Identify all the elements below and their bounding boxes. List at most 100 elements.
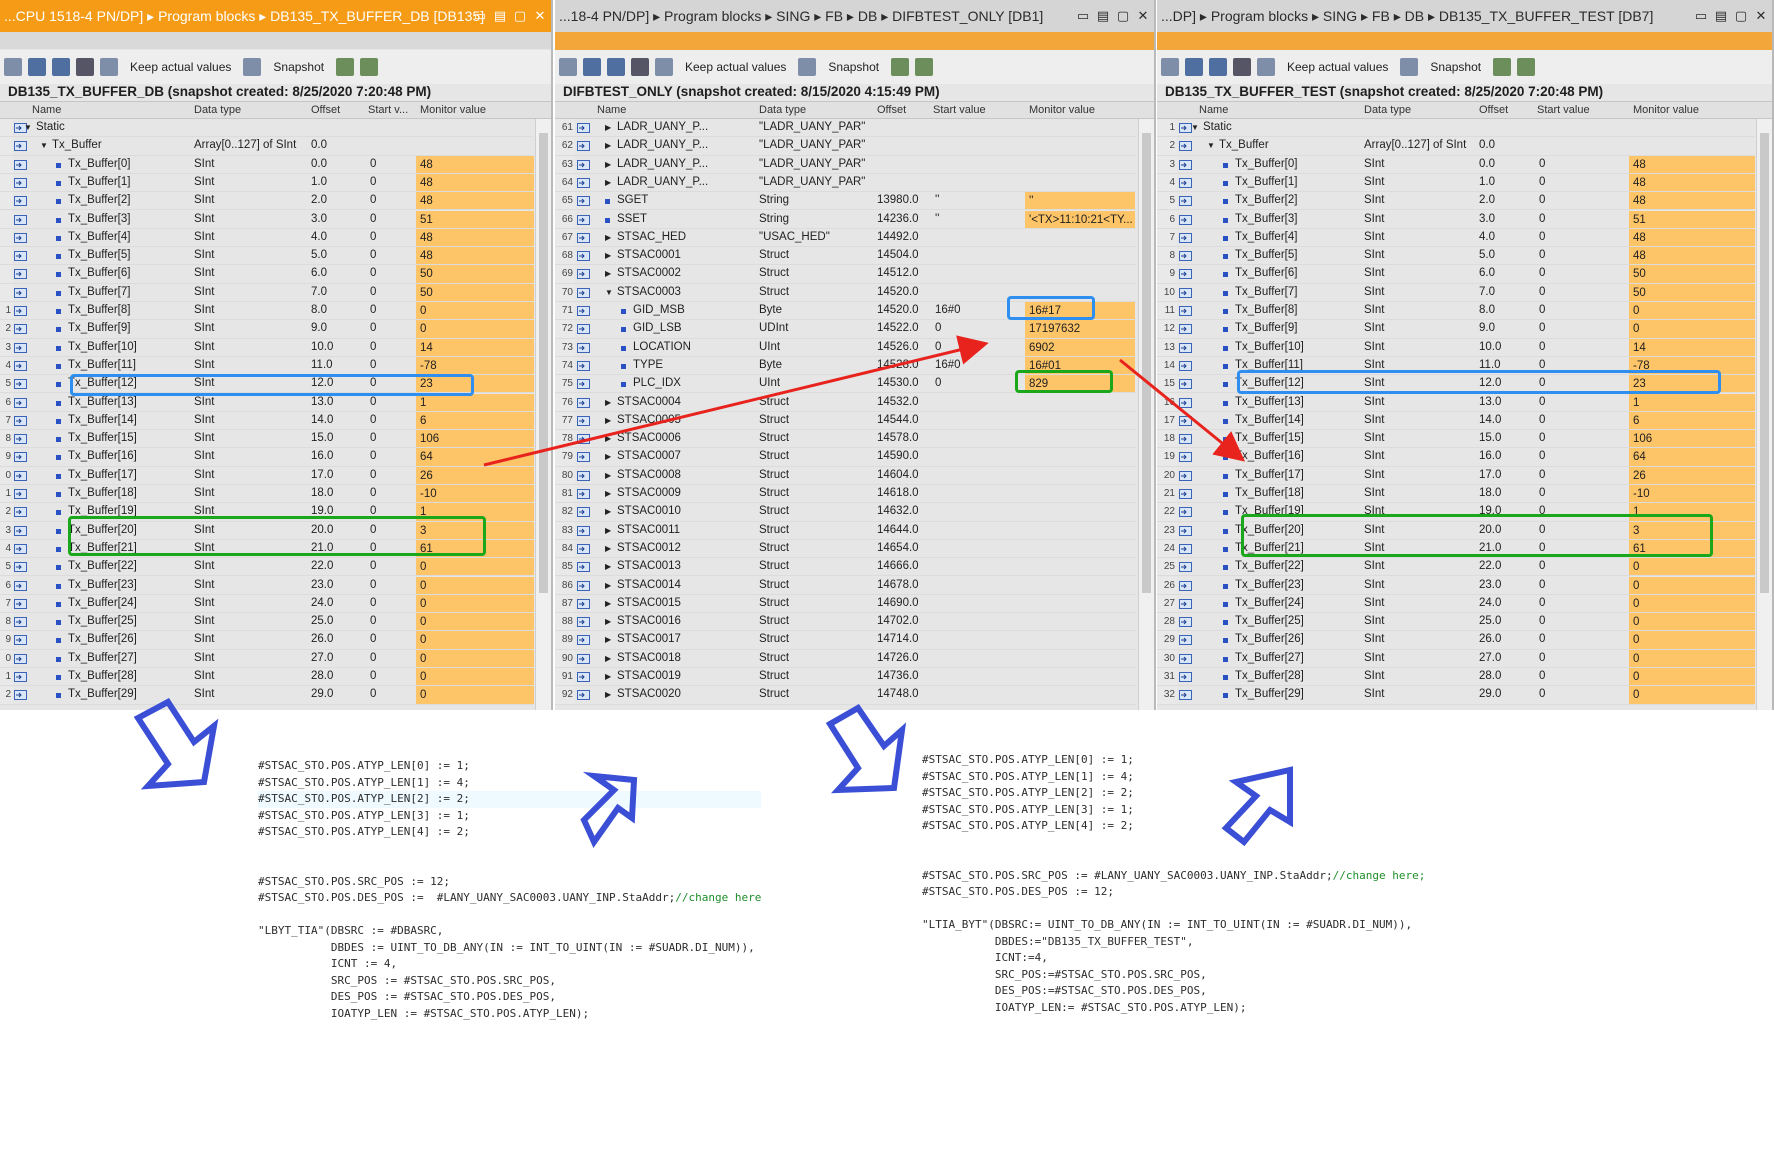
cell-name[interactable]: Tx_Buffer[17] xyxy=(68,469,190,481)
cell-name[interactable]: STSAC0002 xyxy=(617,267,755,279)
cell-name[interactable]: Tx_Buffer[21] xyxy=(68,542,190,554)
cell-offset[interactable]: 14504.0 xyxy=(877,249,929,261)
cell-name[interactable]: LADR_UANY_P... xyxy=(617,158,755,170)
cell-offset[interactable]: 0.0 xyxy=(1479,139,1533,151)
cell-name[interactable]: STSAC0017 xyxy=(617,633,755,645)
expand-triangle-icon[interactable]: ▶ xyxy=(605,123,611,132)
cell-start-value[interactable]: 0 xyxy=(1539,670,1625,682)
cell-name[interactable]: Tx_Buffer[21] xyxy=(1235,542,1360,554)
cell-start-value[interactable]: 0 xyxy=(1539,341,1625,353)
row-number[interactable]: 6 xyxy=(0,576,13,594)
float-icon[interactable]: ▭ xyxy=(1694,0,1708,32)
row-number[interactable]: 87 xyxy=(555,594,575,613)
col-monitor-value[interactable]: Monitor value xyxy=(1029,104,1095,116)
cell-offset[interactable]: 14532.0 xyxy=(877,396,929,408)
cell-name[interactable]: SGET xyxy=(617,194,755,206)
cell-start-value[interactable]: 0 xyxy=(370,267,412,279)
cell-name[interactable]: Tx_Buffer[24] xyxy=(1235,597,1360,609)
row-number[interactable]: 9 xyxy=(0,631,13,649)
col-start-value[interactable]: Start v... xyxy=(368,104,408,116)
cell-name[interactable]: STSAC0019 xyxy=(617,670,755,682)
table-row[interactable]: 86 ▶ STSAC0014 Struct 14678.0 xyxy=(555,576,1136,595)
row-number[interactable]: 83 xyxy=(555,521,575,539)
table-row[interactable]: 21 Tx_Buffer[18] SInt 18.0 0 -10 xyxy=(1157,485,1755,504)
cell-offset[interactable]: 18.0 xyxy=(1479,487,1533,499)
row-number[interactable] xyxy=(0,228,13,247)
cell-data-type[interactable]: SInt xyxy=(194,615,307,627)
collapse-triangle-icon[interactable]: ▼ xyxy=(1191,123,1199,132)
row-number[interactable] xyxy=(0,119,13,137)
table-row[interactable]: 3 Tx_Buffer[10] SInt 10.0 0 14 xyxy=(0,338,534,357)
table-row[interactable]: 1 Tx_Buffer[28] SInt 28.0 0 0 xyxy=(0,668,534,687)
cell-monitor-value[interactable] xyxy=(1025,430,1135,447)
table-row[interactable]: 14 Tx_Buffer[11] SInt 11.0 0 -78 xyxy=(1157,356,1755,376)
add-row-icon[interactable] xyxy=(52,58,70,76)
cell-data-type[interactable]: SInt xyxy=(1364,633,1475,645)
cell-name[interactable]: Tx_Buffer[19] xyxy=(1235,505,1360,517)
cell-monitor-value[interactable]: 48 xyxy=(416,228,534,247)
cell-monitor-value[interactable]: 48 xyxy=(416,247,534,265)
cell-data-type[interactable]: UDInt xyxy=(759,322,873,334)
cell-name[interactable]: Tx_Buffer[12] xyxy=(68,377,190,389)
table-row[interactable]: 31 Tx_Buffer[28] SInt 28.0 0 0 xyxy=(1157,668,1755,687)
cell-monitor-value[interactable]: 0 xyxy=(1629,320,1755,338)
table-row[interactable]: 77 ▶ STSAC0005 Struct 14544.0 xyxy=(555,411,1136,431)
row-number[interactable]: 82 xyxy=(555,503,575,521)
vertical-scrollbar[interactable] xyxy=(1138,119,1154,710)
cell-name[interactable]: Tx_Buffer[7] xyxy=(1235,286,1360,298)
cell-monitor-value[interactable]: 23 xyxy=(416,375,534,393)
row-number[interactable]: 2 xyxy=(1157,137,1177,155)
row-number[interactable]: 16 xyxy=(1157,393,1177,411)
cell-start-value[interactable]: 0 xyxy=(370,231,412,243)
expand-triangle-icon[interactable]: ▶ xyxy=(605,416,611,425)
cell-start-value[interactable]: 0 xyxy=(370,341,412,353)
cell-name[interactable]: Tx_Buffer[10] xyxy=(68,341,190,353)
cell-name[interactable]: Tx_Buffer[0] xyxy=(1235,158,1360,170)
col-start-value[interactable]: Start value xyxy=(933,104,986,116)
cell-start-value[interactable]: 16#0 xyxy=(935,304,1021,316)
table-row[interactable]: 75 PLC_IDX UInt 14530.0 0 829 xyxy=(555,375,1136,394)
cell-data-type[interactable]: Struct xyxy=(759,432,873,444)
row-number[interactable]: 11 xyxy=(1157,302,1177,320)
table-row[interactable]: 8 Tx_Buffer[5] SInt 5.0 0 48 xyxy=(1157,247,1755,266)
cell-name[interactable]: Tx_Buffer[22] xyxy=(1235,560,1360,572)
row-number[interactable]: 81 xyxy=(555,485,575,503)
table-row[interactable]: 89 ▶ STSAC0017 Struct 14714.0 xyxy=(555,631,1136,650)
cell-monitor-value[interactable]: 6902 xyxy=(1025,338,1135,356)
cell-name[interactable]: Tx_Buffer[1] xyxy=(1235,176,1360,188)
cell-monitor-value[interactable]: 48 xyxy=(1629,155,1755,173)
row-number[interactable]: 8 xyxy=(0,613,13,631)
row-number[interactable]: 5 xyxy=(0,558,13,576)
cell-name[interactable]: Tx_Buffer[0] xyxy=(68,158,190,170)
cell-offset[interactable]: 17.0 xyxy=(311,469,364,481)
cell-data-type[interactable]: SInt xyxy=(194,414,307,426)
cell-name[interactable]: Tx_Buffer[2] xyxy=(68,194,190,206)
table-row[interactable]: Tx_Buffer[5] SInt 5.0 0 48 xyxy=(0,247,534,266)
cell-name[interactable]: Tx_Buffer[9] xyxy=(68,322,190,334)
cell-data-type[interactable]: SInt xyxy=(194,322,307,334)
snapshot-camera-icon[interactable] xyxy=(1400,58,1419,76)
cell-start-value[interactable]: 0 xyxy=(1539,432,1625,444)
cell-start-value[interactable]: 0 xyxy=(370,560,412,572)
cell-offset[interactable]: 12.0 xyxy=(311,377,364,389)
table-row[interactable]: 2 ▼ Tx_Buffer Array[0..127] of SInt 0.0 xyxy=(1157,137,1754,156)
cell-offset[interactable]: 26.0 xyxy=(311,633,364,645)
cell-data-type[interactable]: SInt xyxy=(1364,158,1475,170)
cell-name[interactable]: Tx_Buffer[29] xyxy=(1235,688,1360,700)
monitor-glasses-icon[interactable] xyxy=(1257,58,1275,76)
cell-name[interactable]: Tx_Buffer[25] xyxy=(1235,615,1360,627)
row-number[interactable]: 92 xyxy=(555,686,575,704)
table-row[interactable]: 64 ▶ LADR_UANY_P... "LADR_UANY_PAR" xyxy=(555,173,1136,193)
cell-data-type[interactable]: Struct xyxy=(759,414,873,426)
cell-name[interactable]: Tx_Buffer[19] xyxy=(68,505,190,517)
cell-monitor-value[interactable] xyxy=(1025,613,1135,630)
cell-name[interactable]: STSAC0013 xyxy=(617,560,755,572)
col-data-type[interactable]: Data type xyxy=(194,104,241,116)
row-number[interactable]: 22 xyxy=(1157,503,1177,521)
cell-monitor-value[interactable]: 0 xyxy=(1629,686,1755,704)
expand-all-icon[interactable] xyxy=(4,58,22,76)
cell-start-value[interactable]: 0 xyxy=(370,322,412,334)
cell-offset[interactable]: 14702.0 xyxy=(877,615,929,627)
cell-offset[interactable]: 21.0 xyxy=(1479,542,1533,554)
expand-triangle-icon[interactable]: ▶ xyxy=(605,526,611,535)
